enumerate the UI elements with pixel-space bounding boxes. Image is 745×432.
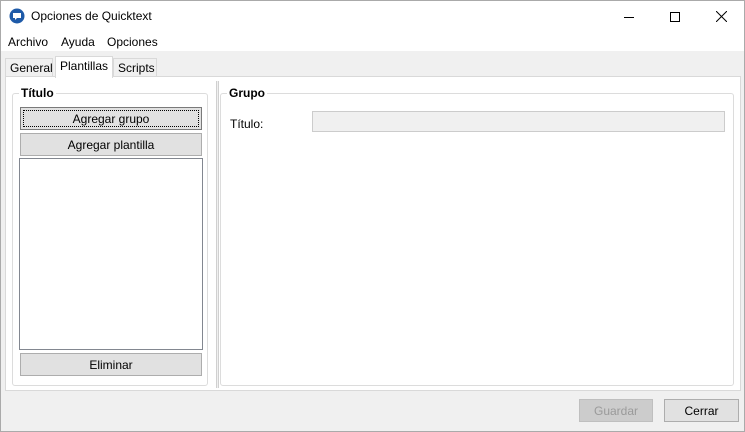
minimize-icon [624,16,634,18]
title-field[interactable] [312,111,725,132]
tab-plantillas[interactable]: Plantillas [55,56,113,78]
title-bar: Opciones de Quicktext [1,1,744,32]
close-button[interactable]: Cerrar [664,399,739,422]
menu-archivo[interactable]: Archivo [7,35,49,49]
quicktext-app-icon [9,8,25,24]
plantillas-panel: Título Agregar grupo Agregar plantilla E… [5,76,741,391]
minimize-button[interactable] [606,1,652,32]
maximize-icon [670,11,680,22]
menu-bar: Archivo Ayuda Opciones [1,32,744,52]
group-details-label: Grupo [227,86,267,100]
tab-general[interactable]: General [5,58,53,77]
tab-scripts[interactable]: Scripts [113,58,157,77]
save-button[interactable]: Guardar [579,399,653,422]
group-details: Grupo [220,86,734,386]
title-group-label: Título [19,86,56,100]
template-tree[interactable] [19,158,203,350]
close-icon [715,11,727,22]
title-field-label: Título: [230,117,264,131]
tab-strip: General Plantillas Scripts [1,52,744,78]
delete-button[interactable]: Eliminar [20,353,202,376]
maximize-button[interactable] [652,1,698,32]
panel-splitter[interactable] [216,81,219,388]
add-group-button[interactable]: Agregar grupo [20,107,202,130]
add-template-button[interactable]: Agregar plantilla [20,133,202,156]
options-window: Opciones de Quicktext Archivo Ayuda Opci… [0,0,745,432]
menu-opciones[interactable]: Opciones [106,35,159,49]
menu-ayuda[interactable]: Ayuda [60,35,96,49]
close-window-button[interactable] [698,1,744,32]
window-title: Opciones de Quicktext [31,9,152,23]
footer: Guardar Cerrar [1,391,744,431]
